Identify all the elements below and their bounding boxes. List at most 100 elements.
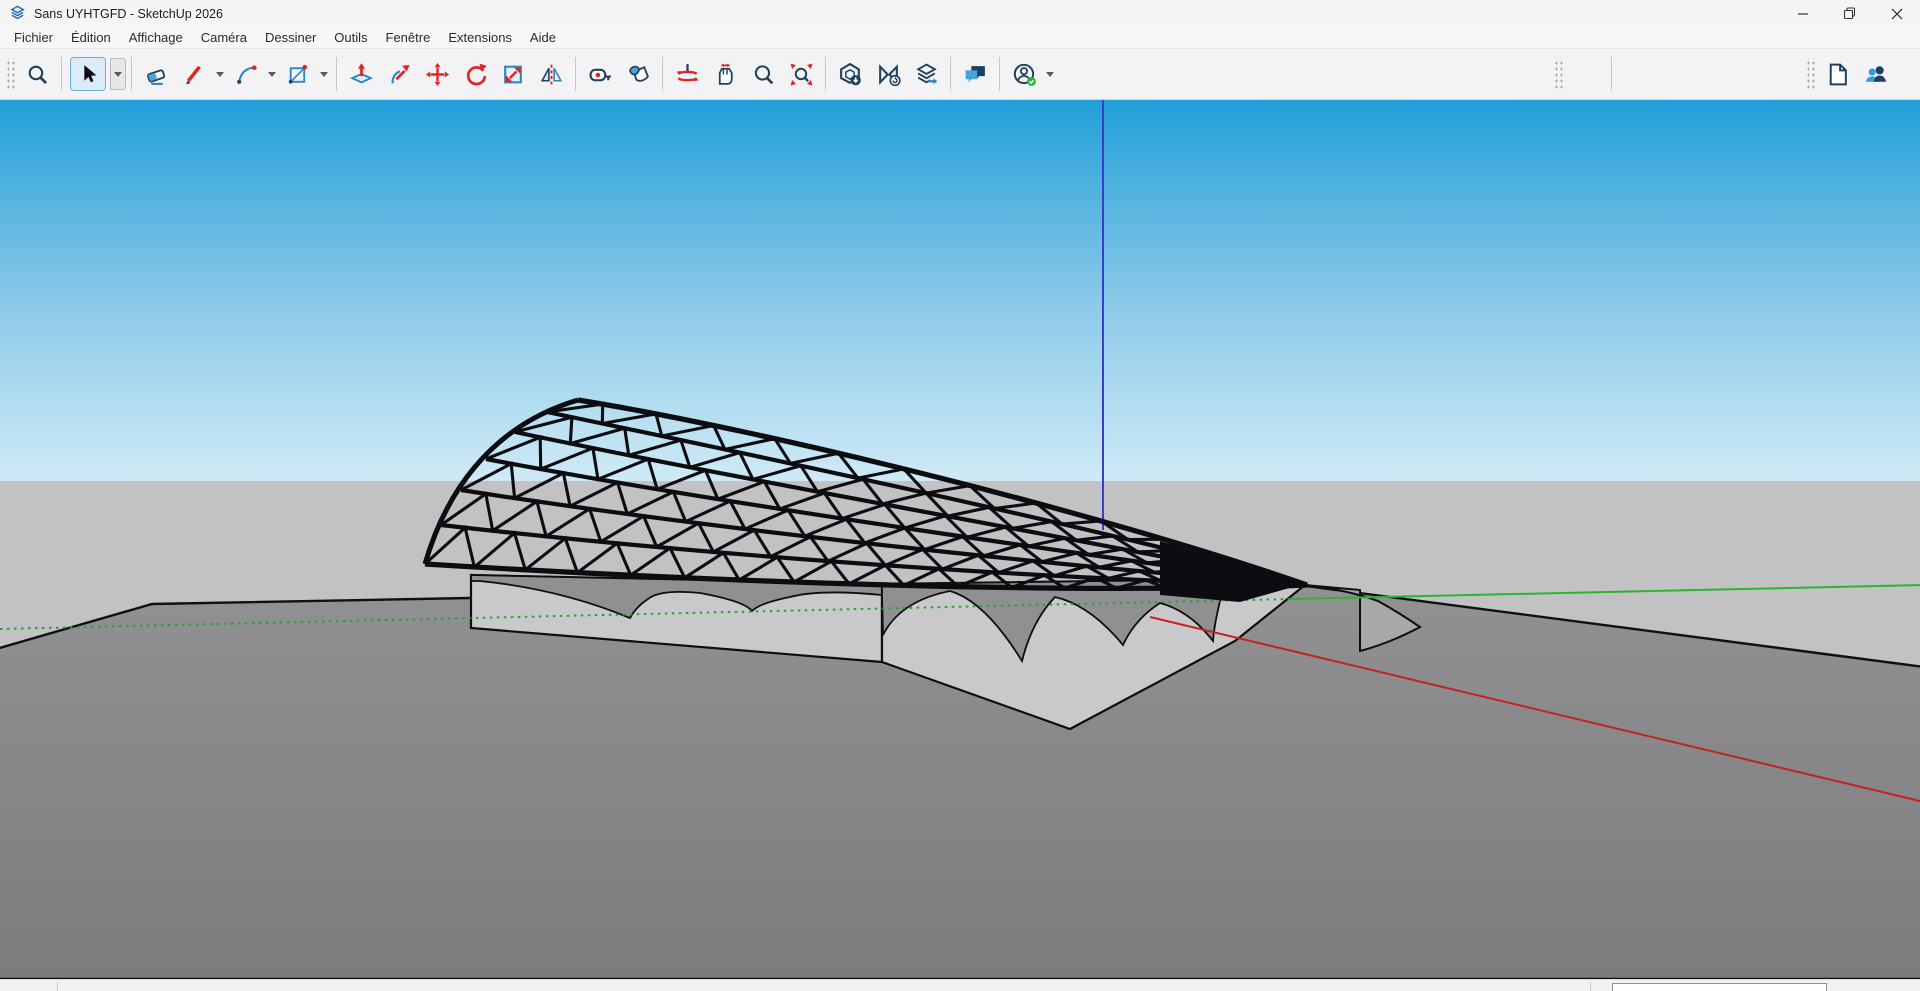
scale-button[interactable] xyxy=(497,58,529,90)
chevron-down-icon xyxy=(320,72,328,77)
chevron-down-icon xyxy=(268,72,276,77)
new-document-button[interactable] xyxy=(1821,58,1853,90)
menu-outils[interactable]: Outils xyxy=(325,30,376,45)
push-pull-button[interactable] xyxy=(345,58,377,90)
chevron-down-icon xyxy=(114,72,122,77)
search-button[interactable] xyxy=(21,58,53,90)
toolbar-separator xyxy=(131,57,132,91)
toolbar-grip[interactable] xyxy=(1805,58,1815,90)
search-icon xyxy=(25,62,50,87)
paint-bucket-icon xyxy=(626,62,651,87)
sky xyxy=(0,100,1920,481)
extension-warehouse-icon xyxy=(876,62,901,87)
account-icon xyxy=(1012,62,1037,87)
extension-warehouse-button[interactable] xyxy=(872,58,904,90)
scene-canvas xyxy=(0,100,1920,979)
account-button[interactable] xyxy=(1008,58,1040,90)
orbit-icon xyxy=(675,62,700,87)
eraser-icon xyxy=(144,62,169,87)
close-button[interactable] xyxy=(1873,0,1920,27)
menu-fichier[interactable]: Fichier xyxy=(5,30,62,45)
toolbar-separator xyxy=(662,57,663,91)
sketchup-logo-icon xyxy=(9,5,26,22)
zoom-extents-icon xyxy=(789,62,814,87)
toolbar-separator xyxy=(999,57,1000,91)
push-pull-icon xyxy=(349,62,374,87)
menu-edition[interactable]: Édition xyxy=(62,30,120,45)
rotate-icon xyxy=(463,62,488,87)
arc-tool-button[interactable] xyxy=(230,58,262,90)
move-icon xyxy=(425,62,450,87)
orbit-button[interactable] xyxy=(671,58,703,90)
select-cursor-icon xyxy=(76,62,101,87)
toolbar-right-dock xyxy=(1550,49,1920,99)
menu-aide[interactable]: Aide xyxy=(521,30,565,45)
arc-tool-dropdown[interactable] xyxy=(265,59,279,89)
account-dropdown[interactable] xyxy=(1043,59,1057,89)
menu-dessiner[interactable]: Dessiner xyxy=(256,30,325,45)
toolbar-separator xyxy=(336,57,337,91)
toolbar-separator xyxy=(61,57,62,91)
measurements-input[interactable] xyxy=(1612,983,1827,991)
menu-bar: Fichier Édition Affichage Caméra Dessine… xyxy=(0,27,1920,49)
line-tool-button[interactable] xyxy=(178,58,210,90)
toolbar-grip[interactable] xyxy=(5,58,15,90)
people-icon xyxy=(1863,62,1888,87)
menu-affichage[interactable]: Affichage xyxy=(120,30,192,45)
send-to-layout-button[interactable] xyxy=(910,58,942,90)
pan-hand-icon xyxy=(713,62,738,87)
shape-tool-dropdown[interactable] xyxy=(317,59,331,89)
pencil-icon xyxy=(182,62,207,87)
chat-bubbles-icon xyxy=(963,62,988,87)
shape-tool-button[interactable] xyxy=(282,58,314,90)
chevron-down-icon xyxy=(1046,72,1054,77)
toolbar-separator xyxy=(575,57,576,91)
restore-icon xyxy=(1843,7,1856,20)
minimize-icon xyxy=(1797,8,1809,20)
toolbar-separator xyxy=(825,57,826,91)
toolbar xyxy=(0,49,1920,100)
model-viewport[interactable] xyxy=(0,100,1920,979)
select-tool-dropdown[interactable] xyxy=(110,58,126,90)
follow-me-button[interactable] xyxy=(383,58,415,90)
paint-bucket-button[interactable] xyxy=(622,58,654,90)
scale-icon xyxy=(501,62,526,87)
document-icon xyxy=(1825,62,1850,87)
layers-export-icon xyxy=(914,62,939,87)
restore-button[interactable] xyxy=(1826,0,1873,27)
collaboration-button[interactable] xyxy=(1859,58,1891,90)
3d-warehouse-icon xyxy=(838,62,863,87)
menu-extensions[interactable]: Extensions xyxy=(439,30,521,45)
toolbar-separator xyxy=(1611,57,1612,91)
menu-camera[interactable]: Caméra xyxy=(192,30,256,45)
select-tool-button[interactable] xyxy=(70,57,106,91)
zoom-button[interactable] xyxy=(747,58,779,90)
follow-me-icon xyxy=(387,62,412,87)
menu-fenetre[interactable]: Fenêtre xyxy=(377,30,440,45)
title-bar: Sans UYHTGFD - SketchUp 2026 xyxy=(0,0,1920,27)
status-bar xyxy=(0,979,1920,991)
tape-measure-icon xyxy=(588,62,613,87)
flip-icon xyxy=(539,62,564,87)
chevron-down-icon xyxy=(216,72,224,77)
status-separator xyxy=(1590,982,1591,991)
flip-button[interactable] xyxy=(535,58,567,90)
zoom-icon xyxy=(751,62,776,87)
rotate-button[interactable] xyxy=(459,58,491,90)
3d-warehouse-button[interactable] xyxy=(834,58,866,90)
toolbar-grip[interactable] xyxy=(1553,58,1563,90)
window-controls xyxy=(1779,0,1920,27)
move-button[interactable] xyxy=(421,58,453,90)
rectangle-icon xyxy=(286,62,311,87)
arc-icon xyxy=(234,62,259,87)
pan-button[interactable] xyxy=(709,58,741,90)
eraser-tool-button[interactable] xyxy=(140,58,172,90)
tape-measure-button[interactable] xyxy=(584,58,616,90)
zoom-extents-button[interactable] xyxy=(785,58,817,90)
minimize-button[interactable] xyxy=(1779,0,1826,27)
toolbar-separator xyxy=(950,57,951,91)
window-title: Sans UYHTGFD - SketchUp 2026 xyxy=(34,7,223,21)
line-tool-dropdown[interactable] xyxy=(213,59,227,89)
close-icon xyxy=(1891,8,1903,20)
feedback-button[interactable] xyxy=(959,58,991,90)
